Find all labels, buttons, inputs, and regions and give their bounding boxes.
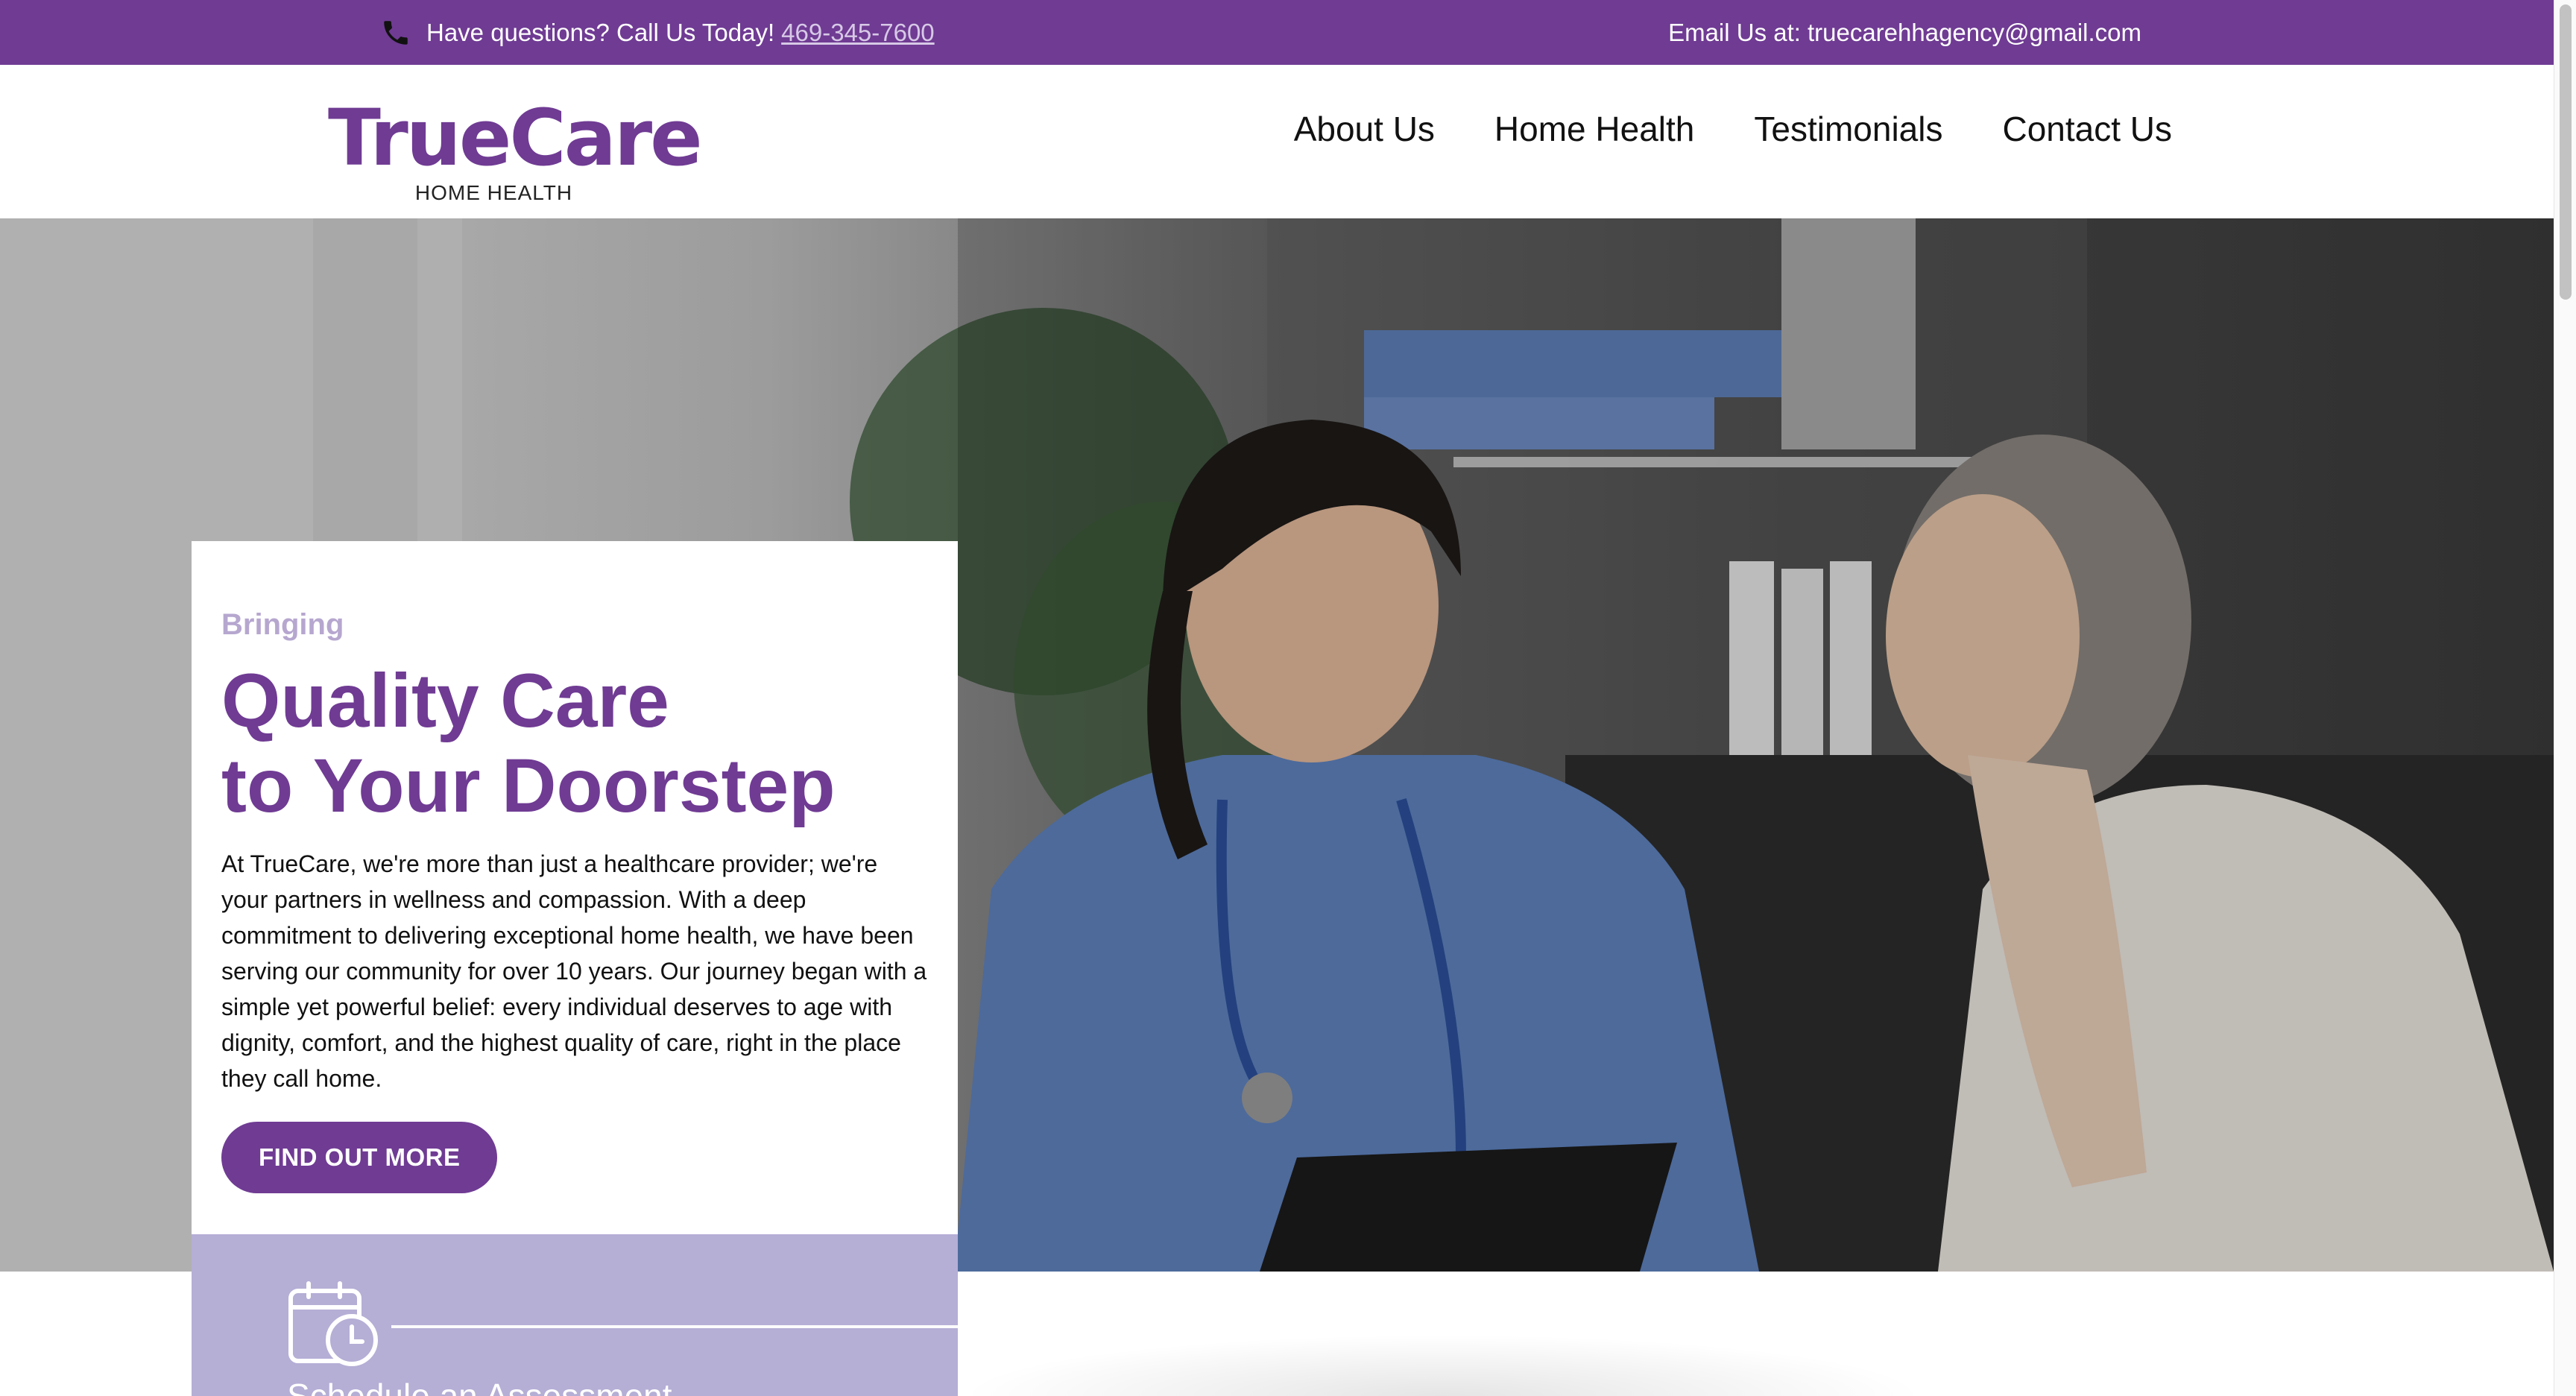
site-header: TrueCare HOME HEALTH About Us Home Healt…	[0, 65, 2554, 218]
logo-wordmark: TrueCare	[328, 92, 703, 183]
find-out-more-button[interactable]: FIND OUT MORE	[221, 1122, 498, 1193]
scrollbar-thumb[interactable]	[2560, 4, 2572, 300]
main-nav: About Us Home Health Testimonials Contac…	[1234, 65, 2172, 193]
nav-item-about-us[interactable]: About Us	[1294, 109, 1435, 149]
hero-headline-line-2: to Your Doorstep	[221, 743, 836, 828]
phone-prompt: Have questions? Call Us Today!	[426, 18, 775, 46]
phone-number-link[interactable]: 469-345-7600	[781, 19, 935, 47]
hero-description: At TrueCare, we're more than just a heal…	[221, 850, 927, 1092]
hero-headline: Quality Care to Your Doorstep	[221, 658, 928, 828]
nav-item-home-health[interactable]: Home Health	[1494, 109, 1694, 149]
nav-item-testimonials[interactable]: Testimonials	[1754, 109, 1942, 149]
logo[interactable]: TrueCare HOME HEALTH	[328, 92, 703, 204]
calendar-clock-icon	[288, 1281, 378, 1366]
page: Have questions? Call Us Today! 469-345-7…	[0, 0, 2576, 1396]
phone-contact: Have questions? Call Us Today! 469-345-7…	[380, 0, 935, 65]
page-scrollbar[interactable]	[2554, 0, 2576, 1396]
top-contact-bar: Have questions? Call Us Today! 469-345-7…	[0, 0, 2554, 65]
hero-eyebrow: Bringing	[221, 608, 344, 641]
email-contact: Email Us at: truecarehhagency@gmail.com	[1668, 0, 2141, 65]
schedule-divider	[391, 1325, 958, 1328]
email-prompt: Email Us at:	[1668, 18, 1801, 46]
schedule-assessment-label: Schedule an Assessment	[287, 1377, 672, 1396]
hero-headline-line-1: Quality Care	[221, 658, 669, 743]
phone-icon	[384, 20, 408, 45]
schedule-assessment-panel[interactable]: Schedule an Assessment	[192, 1234, 958, 1396]
logo-subtitle: HOME HEALTH	[414, 181, 573, 204]
section-shadow	[958, 1334, 1927, 1396]
email-address[interactable]: truecarehhagency@gmail.com	[1808, 19, 2141, 47]
nav-item-contact-us[interactable]: Contact Us	[2002, 109, 2172, 149]
hero-content-card: Bringing Quality Care to Your Doorstep A…	[192, 541, 958, 1234]
